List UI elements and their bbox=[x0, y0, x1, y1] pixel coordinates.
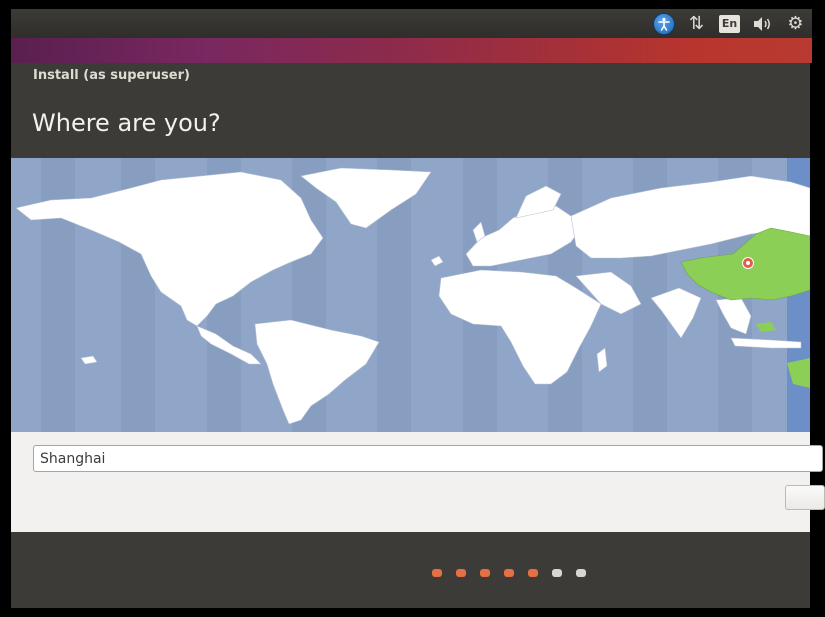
step-dot-completed bbox=[504, 569, 514, 577]
progress-panel bbox=[11, 532, 810, 608]
network-indicator[interactable]: ⇅ bbox=[680, 9, 713, 38]
window-header: Install (as superuser) Where are you? bbox=[11, 63, 810, 158]
selected-country-fragment bbox=[756, 322, 776, 332]
network-icon: ⇅ bbox=[688, 13, 705, 34]
change-button[interactable] bbox=[785, 485, 825, 510]
content-area bbox=[11, 432, 825, 532]
top-panel: ⇅ En ⚙ bbox=[11, 9, 812, 38]
volume-indicator[interactable] bbox=[746, 9, 779, 38]
session-indicator[interactable]: ⚙ bbox=[779, 9, 812, 38]
desktop-banner bbox=[11, 38, 812, 63]
step-dot-pending bbox=[552, 569, 562, 577]
keyboard-layout-icon: En bbox=[719, 14, 740, 33]
accessibility-indicator[interactable] bbox=[647, 9, 680, 38]
step-dot-completed bbox=[456, 569, 466, 577]
timezone-map[interactable] bbox=[11, 158, 810, 432]
keyboard-layout-indicator[interactable]: En bbox=[713, 9, 746, 38]
volume-icon bbox=[753, 16, 770, 31]
settings-gear-icon: ⚙ bbox=[787, 13, 804, 34]
step-dot-completed bbox=[480, 569, 490, 577]
step-dot-completed bbox=[432, 569, 442, 577]
timezone-input[interactable] bbox=[33, 445, 823, 472]
step-dot-pending bbox=[576, 569, 586, 577]
step-dot-completed bbox=[528, 569, 538, 577]
location-marker[interactable] bbox=[742, 257, 754, 269]
step-progress-dots bbox=[432, 569, 586, 577]
window-title: Install (as superuser) bbox=[33, 68, 190, 83]
page-title: Where are you? bbox=[32, 109, 221, 137]
accessibility-icon bbox=[652, 12, 675, 35]
